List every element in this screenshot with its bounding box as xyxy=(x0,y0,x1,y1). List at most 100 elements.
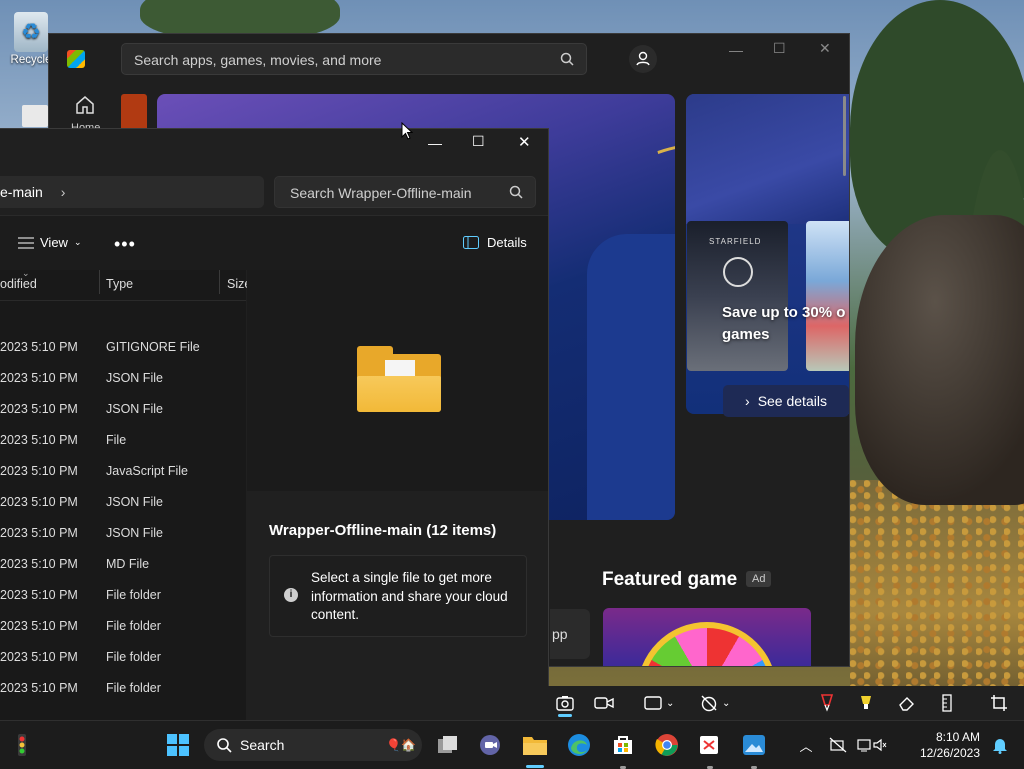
clock[interactable]: 8:10 AM 12/26/2023 xyxy=(916,729,980,761)
store-search-input[interactable] xyxy=(132,51,556,69)
notifications-button[interactable] xyxy=(984,729,1016,761)
file-row[interactable]: 2023 5:10 PM File xyxy=(0,424,246,455)
taskbar-search-box[interactable]: Search 🎈🏠 xyxy=(204,729,422,761)
featured-game-card[interactable] xyxy=(603,608,811,666)
promo-card[interactable]: STARFIELD Save up to 30% o games xyxy=(686,94,849,414)
video-camera-icon xyxy=(594,697,614,709)
task-view-button[interactable] xyxy=(432,729,464,761)
traffic-light-widget-icon[interactable] xyxy=(6,729,38,761)
column-date-modified[interactable]: odified xyxy=(0,277,37,291)
store-close-icon[interactable]: ✕ xyxy=(819,40,831,57)
details-info-box: i Select a single file to get more infor… xyxy=(269,555,527,637)
file-row[interactable]: 2023 5:10 PM GITIGNORE File xyxy=(0,331,246,362)
search-icon[interactable] xyxy=(560,52,574,66)
file-row[interactable]: 2023 5:10 PM JavaScript File xyxy=(0,455,246,486)
pen-tool-button[interactable] xyxy=(818,686,836,720)
details-button-label: Details xyxy=(487,235,527,250)
photos-taskbar-button[interactable] xyxy=(738,729,770,761)
edge-taskbar-button[interactable] xyxy=(563,729,595,761)
file-type: File folder xyxy=(106,619,161,633)
column-divider[interactable] xyxy=(99,270,100,294)
details-info-section: Wrapper-Offline-main (12 items) i Select… xyxy=(247,491,548,720)
store-logo-icon xyxy=(67,50,85,68)
chevron-right-icon[interactable]: › xyxy=(61,184,66,200)
see-details-label: See details xyxy=(757,393,827,409)
store-scrollbar[interactable] xyxy=(843,96,846,176)
teams-chat-button[interactable] xyxy=(474,729,506,761)
file-row[interactable]: 2023 5:10 PM File folder xyxy=(0,579,246,610)
snipping-tool-taskbar-button[interactable] xyxy=(693,729,725,761)
file-row[interactable]: 2023 5:10 PM File folder xyxy=(0,610,246,641)
edge-browser-icon xyxy=(568,734,590,756)
photos-icon xyxy=(743,735,765,755)
store-search-box[interactable] xyxy=(121,43,587,75)
highlighter-icon xyxy=(861,696,871,709)
store-maximize-icon[interactable]: ☐ xyxy=(773,40,786,57)
file-explorer-taskbar-button[interactable] xyxy=(519,729,551,761)
game-thumbnail xyxy=(806,221,849,371)
view-button[interactable]: View ⌄ xyxy=(18,235,82,250)
explorer-command-bar: View ⌄ ••• Details xyxy=(0,215,548,270)
explorer-search-box[interactable] xyxy=(274,176,536,208)
explorer-close-icon[interactable]: ✕ xyxy=(518,133,531,151)
delay-button[interactable]: ⌄ xyxy=(700,686,730,720)
details-pane-button[interactable]: Details xyxy=(463,235,527,250)
file-row[interactable]: 2023 5:10 PM JSON File xyxy=(0,517,246,548)
file-date: 2023 5:10 PM xyxy=(0,526,78,540)
start-button[interactable] xyxy=(162,729,194,761)
eraser-icon xyxy=(899,697,914,711)
task-view-icon xyxy=(438,736,457,753)
chevron-down-icon: ⌄ xyxy=(73,237,82,247)
explorer-minimize-icon[interactable]: — xyxy=(428,135,442,151)
network-status-button[interactable] xyxy=(822,729,854,761)
eraser-button[interactable] xyxy=(898,686,916,720)
file-type: File folder xyxy=(106,650,161,664)
file-row[interactable]: 2023 5:10 PM JSON File xyxy=(0,393,246,424)
file-row[interactable]: 2023 5:10 PM File folder xyxy=(0,672,246,703)
file-row[interactable]: 2023 5:10 PM MD File xyxy=(0,548,246,579)
see-details-button[interactable]: › See details xyxy=(723,385,849,417)
video-mode-button[interactable] xyxy=(594,686,614,720)
file-type: File folder xyxy=(106,588,161,602)
promo-card-header xyxy=(686,94,849,224)
store-taskbar-button[interactable] xyxy=(607,729,639,761)
home-nav-button[interactable] xyxy=(73,94,97,121)
highlighter-button[interactable] xyxy=(858,686,874,720)
file-date: 2023 5:10 PM xyxy=(0,557,78,571)
column-type[interactable]: Type xyxy=(106,277,133,291)
address-bar[interactable]: e-main › xyxy=(0,176,264,208)
file-row[interactable]: 2023 5:10 PM JSON File xyxy=(0,486,246,517)
explorer-maximize-icon[interactable]: ☐ xyxy=(472,133,485,150)
search-icon[interactable] xyxy=(509,185,523,199)
file-date: 2023 5:10 PM xyxy=(0,619,78,633)
wallpaper-bear xyxy=(855,215,1024,505)
person-icon xyxy=(636,51,650,66)
ruler-button[interactable] xyxy=(942,686,952,720)
starfield-thumb-title: STARFIELD xyxy=(709,237,762,246)
store-minimize-icon[interactable]: — xyxy=(729,42,743,58)
taskbar: Search 🎈🏠 ︿ 8:10 AM 12/26/2023 xyxy=(0,720,1024,769)
promo-sale-text: Save up to 30% o games xyxy=(722,304,846,343)
file-date: 2023 5:10 PM xyxy=(0,464,78,478)
explorer-search-input[interactable] xyxy=(288,184,502,202)
file-type: JSON File xyxy=(106,526,163,540)
quick-settings-button[interactable] xyxy=(856,729,888,761)
desktop-file-icon[interactable] xyxy=(22,105,48,127)
file-row[interactable]: 2023 5:10 PM File folder xyxy=(0,641,246,672)
app-card[interactable]: pp xyxy=(550,609,590,659)
explorer-titlebar[interactable] xyxy=(0,129,548,158)
file-row[interactable]: 2023 5:10 PM JSON File xyxy=(0,362,246,393)
column-divider[interactable] xyxy=(219,270,220,294)
chrome-taskbar-button[interactable] xyxy=(651,729,683,761)
file-date: 2023 5:10 PM xyxy=(0,402,78,416)
snipping-toolbar: ⌄ ⌄ xyxy=(548,686,1024,720)
file-type: JSON File xyxy=(106,402,163,416)
network-offline-icon xyxy=(829,737,847,753)
file-type: JSON File xyxy=(106,495,163,509)
crop-button[interactable] xyxy=(990,686,1008,720)
show-hidden-icons-button[interactable]: ︿ xyxy=(790,729,822,761)
breadcrumb-current[interactable]: e-main xyxy=(0,184,43,200)
profile-button[interactable] xyxy=(629,45,657,73)
more-options-button[interactable]: ••• xyxy=(114,234,136,255)
snip-shape-button[interactable]: ⌄ xyxy=(644,686,674,720)
